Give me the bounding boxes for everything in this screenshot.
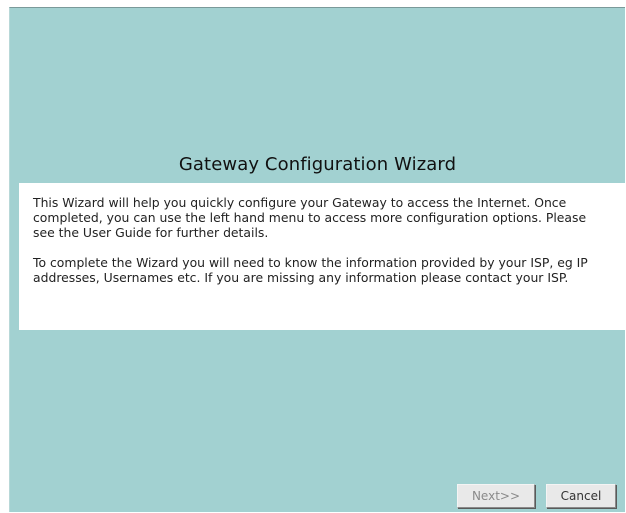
wizard-title: Gateway Configuration Wizard	[178, 154, 457, 175]
cancel-button[interactable]: Cancel	[546, 484, 616, 508]
intro-paragraph-2: To complete the Wizard you will need to …	[33, 255, 588, 285]
next-button[interactable]: Next>>	[457, 484, 535, 508]
intro-paragraph-1: This Wizard will help you quickly config…	[33, 195, 587, 240]
wizard-frame: Gateway Configuration Wizard This Wizard…	[9, 7, 625, 512]
wizard-intro-panel: This Wizard will help you quickly config…	[19, 183, 625, 330]
